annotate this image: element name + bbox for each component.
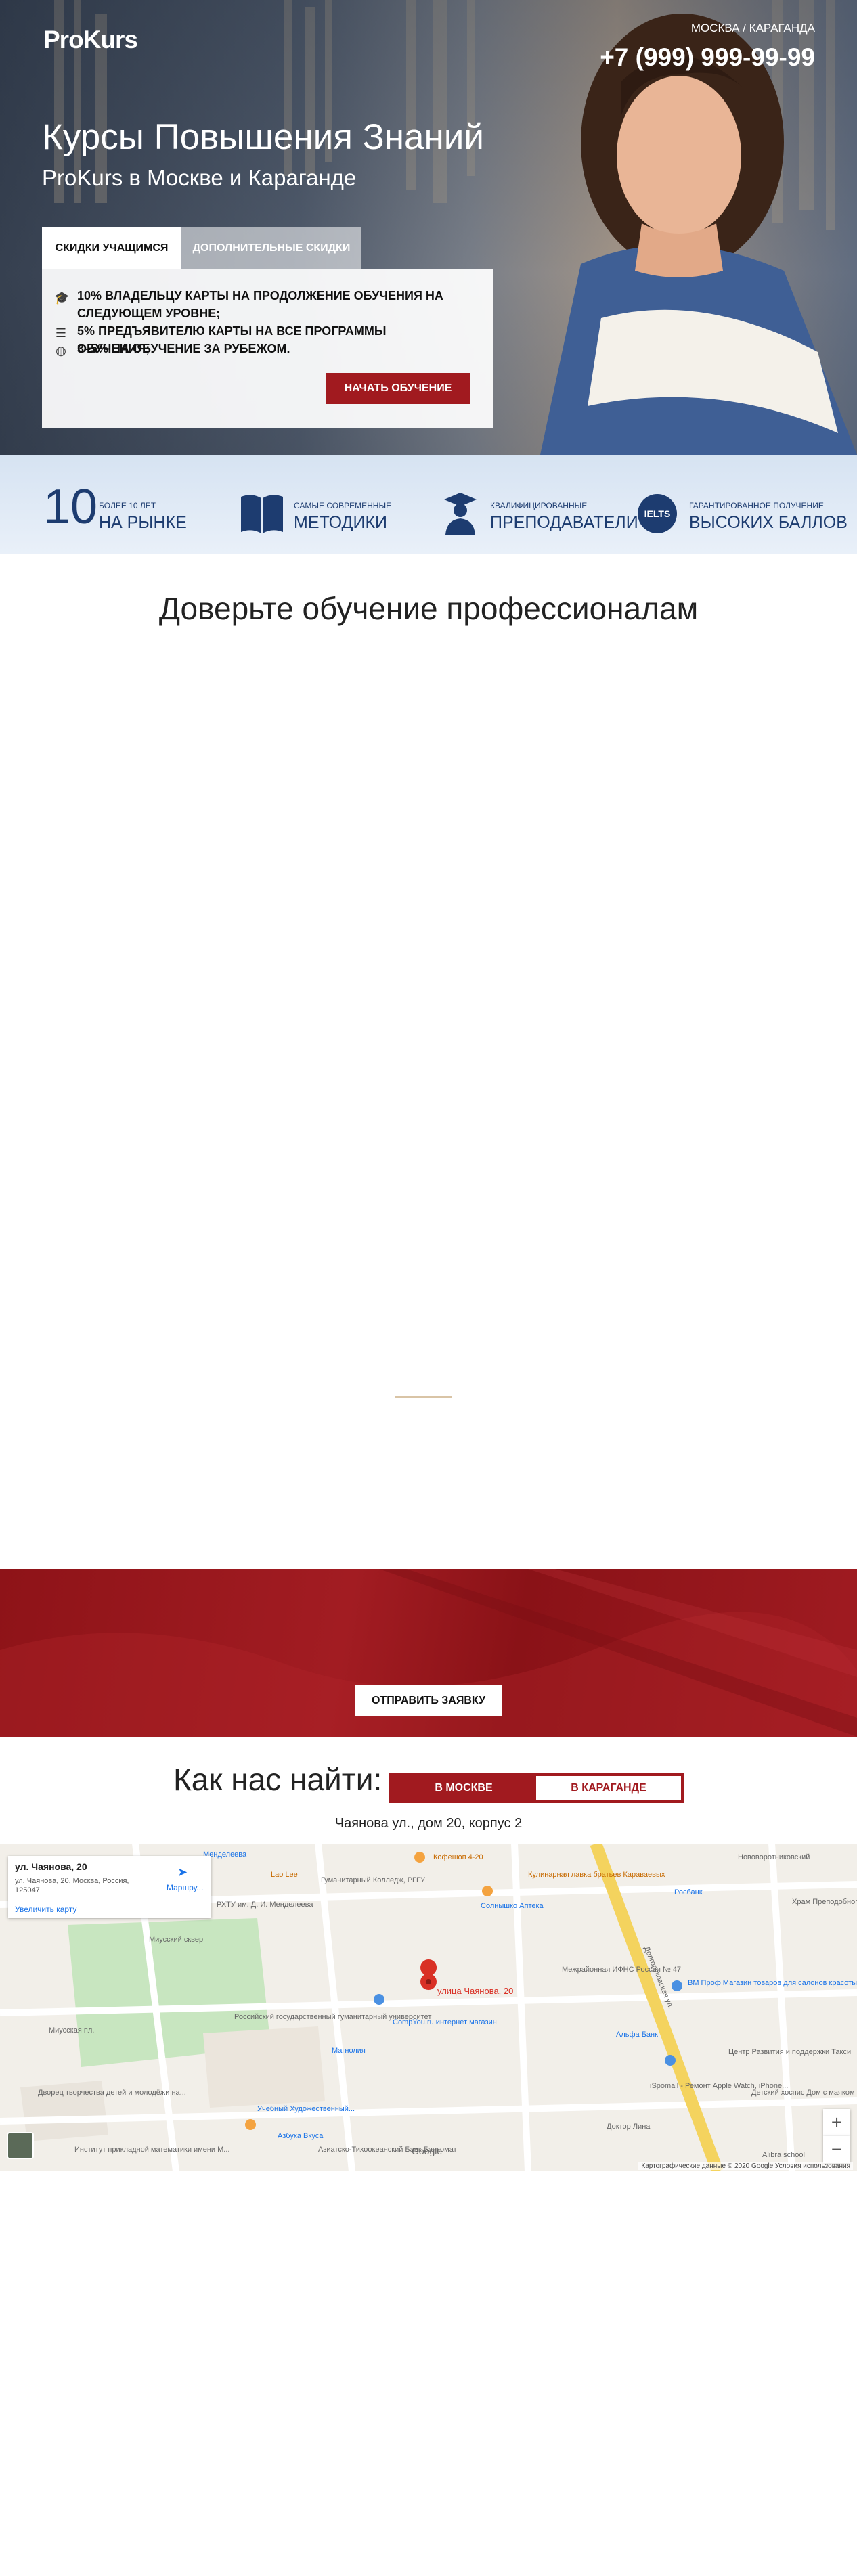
map-label: Солнышко Аптека xyxy=(481,1902,544,1910)
map-label: Lao Lee xyxy=(271,1871,298,1879)
hero-subtitle: ProKurs в Москве и Караганде xyxy=(42,165,357,190)
zoom-in-button[interactable]: + xyxy=(823,2109,850,2136)
stat-small-label: КВАЛИФИЦИРОВАННЫЕ xyxy=(490,501,588,510)
map-pin-label: улица Чаянова, 20 xyxy=(437,1986,514,1996)
hero-section: ProKurs МОСКВА / КАРАГАНДА +7 (999) 999-… xyxy=(0,0,857,455)
tab-student-discounts[interactable]: СКИДКИ УЧАЩИМСЯ xyxy=(42,227,181,269)
stat-big-label: ВЫСОКИХ БАЛЛОВ xyxy=(689,513,848,532)
map-label: CompYou.ru интернет магазин xyxy=(393,2018,497,2026)
directions-icon[interactable]: ➤ xyxy=(177,1865,188,1880)
map-label: Росбанк xyxy=(674,1888,703,1896)
map-label: Миусский сквер xyxy=(149,1936,204,1944)
map-label: Магнолия xyxy=(332,2047,366,2055)
discount-item: 10% ВЛАДЕЛЬЦУ КАРТЫ НА ПРОДОЛЖЕНИЕ ОБУЧЕ… xyxy=(77,289,443,320)
map-card-address: ул. Чаянова, 20, Москва, Россия, 125047 xyxy=(15,1877,129,1894)
map-label: Альфа Банк xyxy=(616,2030,658,2039)
city-tab-moscow[interactable]: В МОСКВЕ xyxy=(391,1776,536,1800)
graduation-cap-icon: 🎓 xyxy=(54,291,70,305)
tab-extra-discounts[interactable]: ДОПОЛНИТЕЛЬНЫЕ СКИДКИ xyxy=(181,227,361,269)
map-label: Кулинарная лавка братьев Караваевых xyxy=(528,1871,665,1879)
map-label: Межрайонная ИФНС России № 47 xyxy=(562,1966,682,1974)
map-label: Институт прикладной математики имени М..… xyxy=(74,2146,230,2154)
map-attribution[interactable]: Картографические данные © 2020 Google Ус… xyxy=(638,2162,853,2170)
ielts-icon: IELTS xyxy=(638,494,677,533)
city-tab-karaganda[interactable]: В КАРАГАНДЕ xyxy=(536,1776,681,1800)
stat-small-label: ГАРАНТИРОВАННОЕ ПОЛУЧЕНИЕ xyxy=(689,501,824,510)
zoom-out-button[interactable]: − xyxy=(823,2136,850,2163)
map-card-title: ул. Чаянова, 20 xyxy=(15,1861,87,1872)
google-logo: Google xyxy=(412,2146,443,2156)
stat-big-label: НА РЫНКЕ xyxy=(99,513,187,532)
satellite-toggle-icon[interactable] xyxy=(7,2132,34,2159)
teacher-icon xyxy=(444,493,477,535)
hero-title: Курсы Повышения Знаний xyxy=(42,117,484,157)
map-label: Азбука Вкуса xyxy=(278,2132,324,2140)
trust-section-title: Доверьте обучение профессионалам xyxy=(158,591,699,626)
map-label: Нововоротниковский xyxy=(738,1853,810,1861)
send-request-button[interactable]: ОТПРАВИТЬ ЗАЯВКУ xyxy=(355,1685,502,1716)
phone-number[interactable]: +7 (999) 999-99-99 xyxy=(600,43,815,72)
find-us-title: Как нас найти: xyxy=(173,1762,382,1797)
stats-strip: 10 БОЛЕЕ 10 ЛЕТ НА РЫНКЕ САМЫЕ СОВРЕМЕНН… xyxy=(0,455,857,554)
book-icon xyxy=(241,495,283,533)
map-label: Учебный Художественный... xyxy=(257,2105,355,2113)
years-number: 10 xyxy=(43,480,98,534)
map-label: Центр Развития и поддержки Такси xyxy=(728,2048,852,2056)
city-toggle: В МОСКВЕ В КАРАГАНДЕ xyxy=(389,1773,684,1803)
stat-small-label: САМЫЕ СОВРЕМЕННЫЕ xyxy=(294,501,392,510)
map-label: Гуманитарный Колледж, РГГУ xyxy=(321,1876,425,1884)
route-link[interactable]: Маршру... xyxy=(167,1883,203,1892)
start-learning-button[interactable]: НАЧАТЬ ОБУЧЕНИЕ xyxy=(326,373,470,404)
globe-icon: ◍ xyxy=(56,344,66,357)
logo[interactable]: ProKurs xyxy=(43,26,138,54)
map-label: Alibra school xyxy=(762,2151,805,2159)
map-label: Кофешоп 4-20 xyxy=(433,1853,483,1861)
list-icon: ☰ xyxy=(55,326,67,340)
discount-item: 3–5% НА ОБУЧЕНИЕ ЗА РУБЕЖОМ. xyxy=(77,342,290,355)
section-divider xyxy=(395,1396,452,1398)
map-label: Детский хоспис Дом с маяком xyxy=(751,2089,855,2097)
city-switch[interactable]: МОСКВА / КАРАГАНДА xyxy=(691,22,815,35)
map-embed[interactable]: Менделеева Lao Lee Кофешоп 4-20 Кулинарн… xyxy=(0,1844,857,2171)
office-address: Чаянова ул., дом 20, корпус 2 xyxy=(334,1816,523,1831)
map-label: Храм Преподобного Пимена Великого xyxy=(792,1898,857,1906)
stat-big-label: МЕТОДИКИ xyxy=(294,513,387,532)
map-label: Дворец творчества детей и молодёжи на... xyxy=(38,2089,186,2097)
map-info-card: ул. Чаянова, 20 ул. Чаянова, 20, Москва,… xyxy=(8,1856,211,1918)
discounts-panel: 🎓 10% ВЛАДЕЛЬЦУ КАРТЫ НА ПРОДОЛЖЕНИЕ ОБУ… xyxy=(42,269,493,428)
stat-big-label: ПРЕПОДАВАТЕЛИ xyxy=(490,513,638,532)
map-label: Миусская пл. xyxy=(49,2026,95,2035)
enlarge-map-link[interactable]: Увеличить карту xyxy=(15,1905,76,1914)
stat-small-label: БОЛЕЕ 10 ЛЕТ xyxy=(99,501,156,510)
map-label: РХТУ им. Д. И. Менделеева xyxy=(217,1901,313,1909)
map-label: Доктор Лина xyxy=(607,2123,651,2131)
map-label: ВМ Проф Магазин товаров для салонов крас… xyxy=(688,1979,857,1987)
